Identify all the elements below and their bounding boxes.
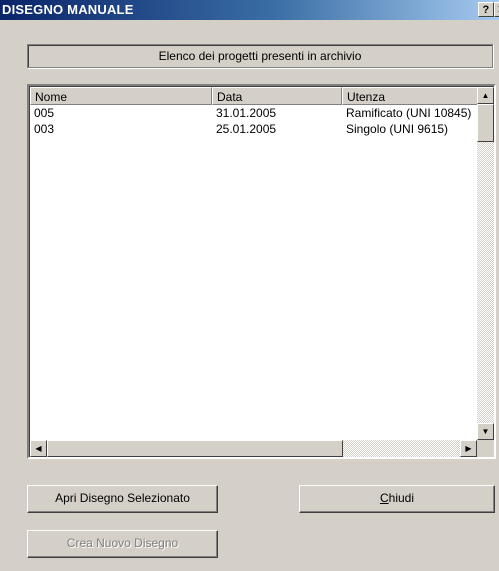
close-icon[interactable]: ✕ [494,2,499,17]
project-list[interactable]: Nome Data Utenza 005 31.01.2005 Ramifica… [27,84,496,459]
cell-nome: 003 [34,122,55,136]
column-header-nome[interactable]: Nome [30,87,212,105]
title-bar: DISEGNO MANUALE ? ✕ [0,0,499,20]
column-header-utenza[interactable]: Utenza [342,87,482,105]
archive-list-header: Elenco dei progetti presenti in archivio [27,44,493,68]
column-header-data[interactable]: Data [212,87,342,105]
close-button[interactable]: Chiudi [299,485,495,513]
cell-nome: 005 [34,106,55,120]
scrollbar-corner [477,440,494,457]
scroll-up-icon[interactable]: ▲ [477,87,494,104]
scroll-left-icon[interactable]: ◀ [30,440,47,457]
scroll-down-icon[interactable]: ▼ [477,423,494,440]
close-label: hiudi [388,491,415,505]
cell-utenza: Singolo (UNI 9615) [346,122,449,136]
cell-data: 25.01.2005 [216,122,277,136]
table-row[interactable]: 003 25.01.2005 Singolo (UNI 9615) [30,121,478,137]
cell-data: 31.01.2005 [216,106,277,120]
help-icon[interactable]: ? [478,2,494,17]
create-new-button[interactable]: Crea Nuovo Disegno [27,530,218,558]
vertical-scrollbar[interactable]: ▲ ▼ [477,87,494,440]
vertical-scroll-thumb[interactable] [477,104,494,142]
table-row[interactable]: 005 31.01.2005 Ramificato (UNI 10845) [30,105,478,121]
horizontal-scroll-thumb[interactable] [47,440,343,457]
cell-utenza: Ramificato (UNI 10845) [346,106,472,120]
scroll-right-icon[interactable]: ▶ [460,440,477,457]
window-title: DISEGNO MANUALE [2,2,134,17]
open-selected-button[interactable]: Apri Disegno Selezionato [27,485,218,513]
horizontal-scrollbar[interactable]: ◀ ▶ [30,440,477,457]
close-mnemonic: C [379,491,389,505]
